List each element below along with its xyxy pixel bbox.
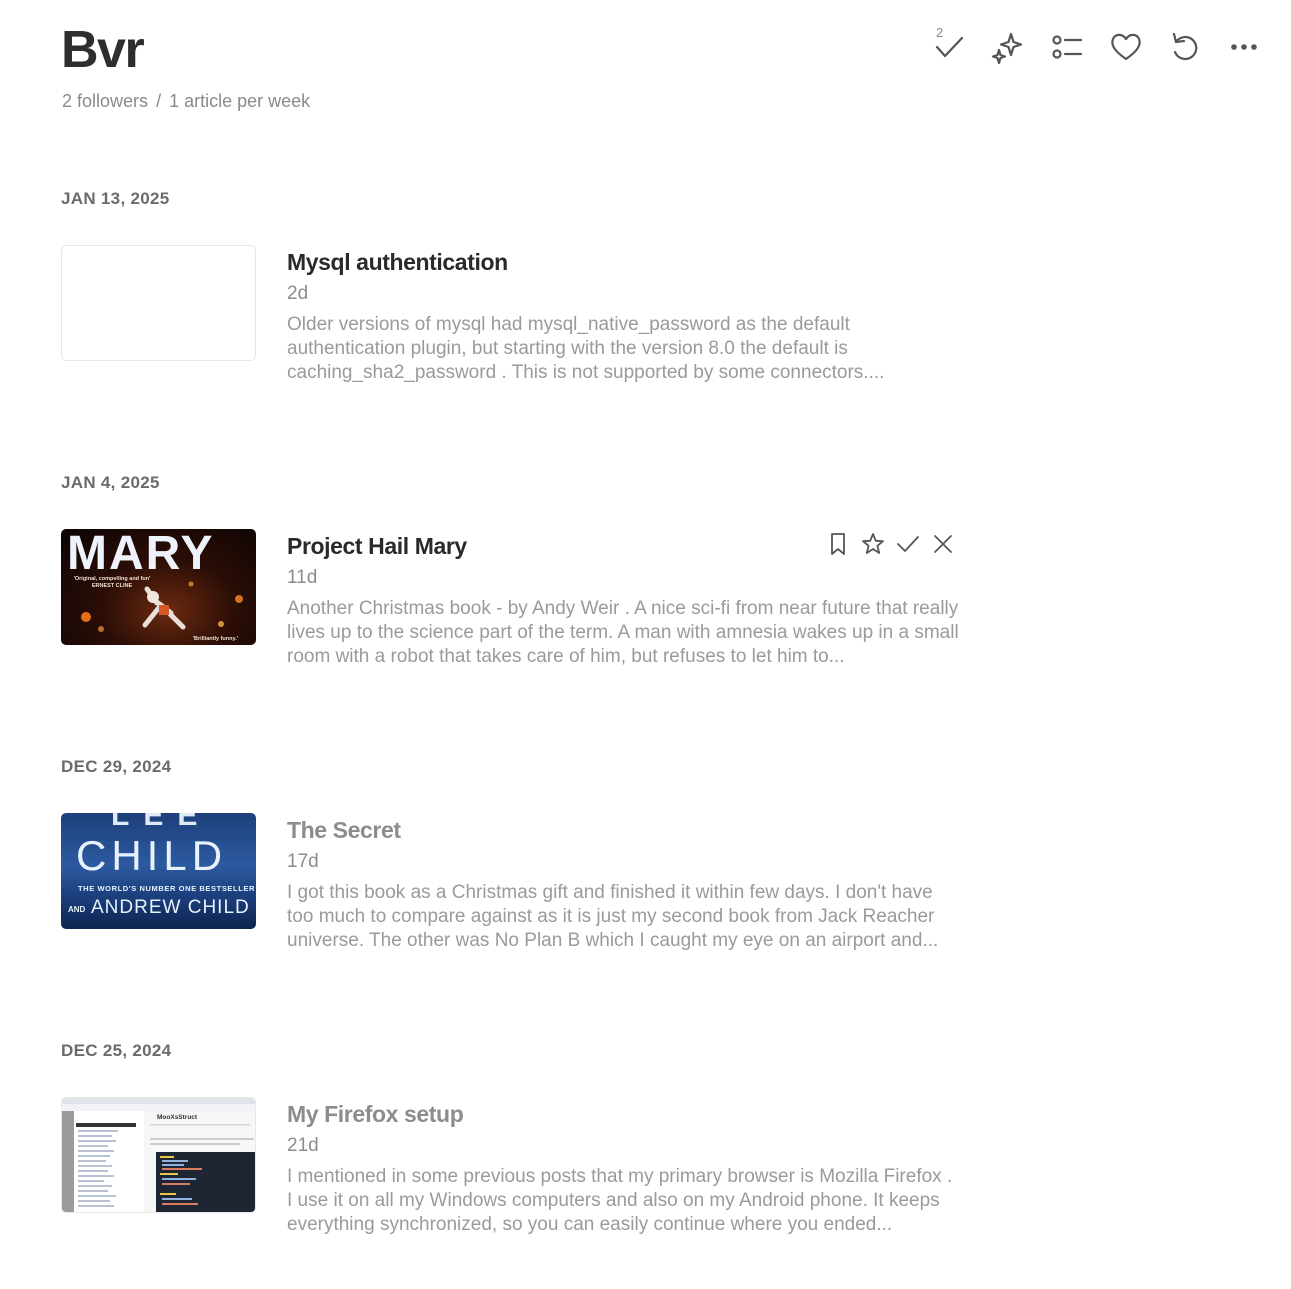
article-summary: I got this book as a Christmas gift and … [287, 882, 939, 951]
screenshot-heading: MooXsStruct [157, 1114, 198, 1121]
article-title[interactable]: Project Hail Mary [287, 533, 467, 560]
favorite-feed-button[interactable] [1101, 22, 1151, 72]
heart-icon [1111, 33, 1141, 61]
article-entry[interactable]: MooXsStruct My Firefox setup 21d I menti… [61, 1097, 961, 1237]
more-icon [1231, 44, 1257, 50]
article-actions [821, 529, 961, 559]
article-entry[interactable]: Mysql authentication 2d Older versions o… [61, 245, 961, 385]
book-cover-author-first: LEE [111, 813, 212, 832]
feed-toolbar: 2 [920, 22, 1265, 72]
sparkle-icon [991, 32, 1023, 64]
feed-meta: 2 followers / 1 article per week [62, 91, 310, 111]
book-cover-author: CHILD [76, 832, 228, 879]
star-button[interactable] [858, 529, 888, 559]
article-thumbnail: LEE CHILD THE WORLD'S NUMBER ONE BESTSEL… [61, 813, 256, 929]
meta-separator: / [156, 91, 162, 111]
mark-read-button[interactable] [893, 529, 923, 559]
article-title[interactable]: My Firefox setup [287, 1101, 464, 1128]
article-age: 21d [287, 1135, 319, 1156]
dismiss-button[interactable] [928, 529, 958, 559]
check-icon [897, 536, 919, 552]
list-view-icon [1052, 35, 1083, 59]
book-cover-title: MARY [67, 529, 215, 580]
article-age: 17d [287, 851, 319, 872]
book-cover-tagline: THE WORLD'S NUMBER ONE BESTSELLER [78, 884, 256, 893]
refresh-icon [1172, 32, 1198, 61]
book-cover-quote: 'Original, compelling and fun' ERNEST CL… [73, 576, 151, 589]
ai-summary-button[interactable] [983, 22, 1033, 72]
post-frequency: 1 article per week [169, 91, 311, 111]
article-thumbnail-empty [61, 245, 256, 361]
date-header: DEC 29, 2024 [61, 757, 172, 776]
article-summary: I mentioned in some previous posts that … [287, 1166, 953, 1235]
article-entry[interactable]: MARY 'Original, compelling and fun' ERNE… [61, 529, 961, 669]
date-header: DEC 25, 2024 [61, 1041, 172, 1060]
more-options-button[interactable] [1219, 22, 1269, 72]
book-cover-corner-quote: 'Brilliantly funny.' [192, 636, 238, 642]
refresh-button[interactable] [1160, 22, 1210, 72]
article-entry[interactable]: LEE CHILD THE WORLD'S NUMBER ONE BESTSEL… [61, 813, 961, 953]
feed-title: Bvr [61, 21, 145, 79]
book-cover-and: AND [68, 905, 86, 914]
mark-all-read-button[interactable]: 2 [924, 22, 974, 72]
date-header: JAN 4, 2025 [61, 473, 160, 492]
article-summary: Older versions of mysql had mysql_native… [287, 314, 885, 383]
book-cover-coauthor: ANDREW CHILD [91, 897, 250, 918]
article-thumbnail-screenshot: MooXsStruct [61, 1097, 256, 1213]
article-title[interactable]: Mysql authentication [287, 249, 508, 276]
star-icon [862, 533, 884, 554]
close-icon [934, 535, 952, 553]
article-thumbnail: MARY 'Original, compelling and fun' ERNE… [61, 529, 256, 645]
date-header: JAN 13, 2025 [61, 189, 170, 208]
unread-count-badge: 2 [936, 25, 944, 40]
article-age: 11d [287, 567, 318, 588]
bookmark-button[interactable] [823, 529, 853, 559]
list-view-button[interactable] [1042, 22, 1092, 72]
bookmark-icon [831, 533, 845, 555]
article-age: 2d [287, 283, 309, 304]
followers-count: 2 followers [62, 91, 149, 111]
article-title[interactable]: The Secret [287, 817, 401, 844]
article-summary: Another Christmas book - by Andy Weir . … [287, 598, 959, 667]
